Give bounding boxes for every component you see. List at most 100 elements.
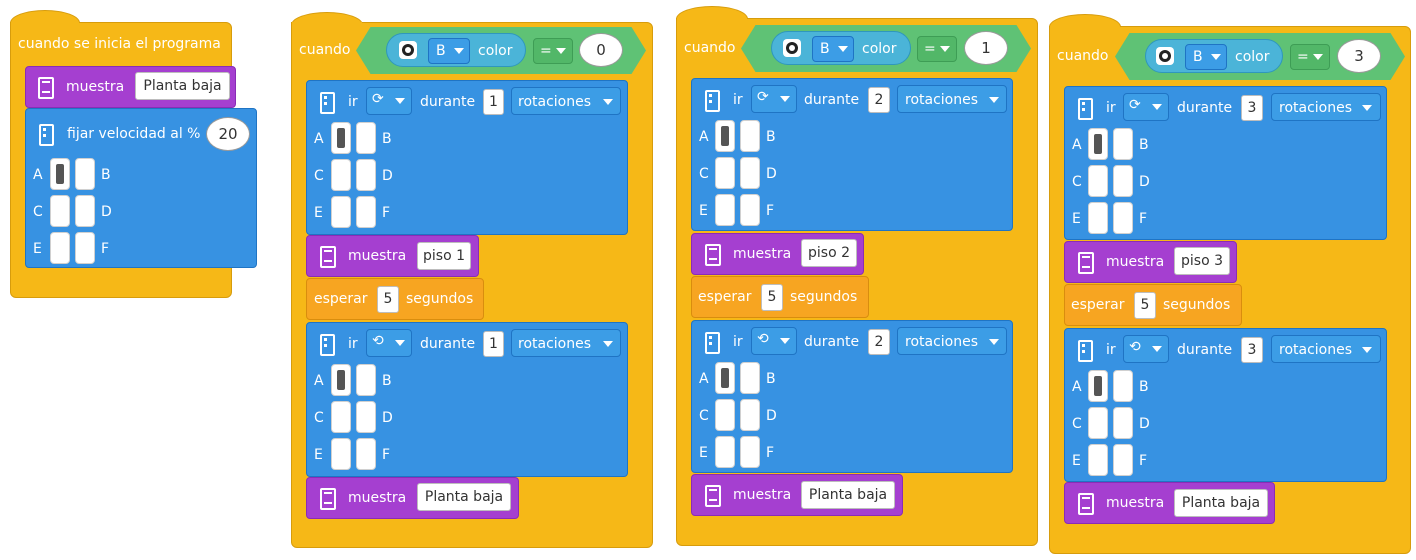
display-label: muestra — [733, 246, 792, 262]
port-label-f: F — [382, 447, 391, 463]
counterclockwise-icon: ⟲ — [1129, 339, 1141, 355]
port-c-toggle[interactable] — [331, 159, 351, 191]
display-value-field[interactable]: Planta baja — [801, 481, 895, 509]
compare-value-field[interactable]: 0 — [579, 33, 623, 67]
port-label-a: A — [699, 371, 709, 387]
port-label-a: A — [314, 131, 324, 147]
port-c-toggle[interactable] — [331, 401, 351, 433]
amount-field[interactable]: 2 — [868, 87, 890, 113]
display-label: muestra — [66, 79, 125, 95]
motor-icon — [1078, 340, 1093, 362]
port-d-toggle[interactable] — [740, 399, 760, 431]
port-c-toggle[interactable] — [715, 157, 735, 189]
port-b-toggle[interactable] — [356, 364, 376, 396]
amount-field[interactable]: 3 — [1241, 95, 1263, 121]
amount-field[interactable]: 3 — [1241, 337, 1263, 363]
motor-icon — [1078, 98, 1093, 120]
port-a-toggle[interactable] — [1088, 370, 1108, 402]
amount-field[interactable]: 2 — [868, 329, 890, 355]
port-label-a: A — [33, 167, 43, 183]
amount-field[interactable]: 1 — [483, 89, 504, 115]
port-d-toggle[interactable] — [356, 401, 376, 433]
port-label-c: C — [33, 204, 43, 220]
display-value-field[interactable]: Planta baja — [417, 483, 511, 511]
when-label: cuando — [1057, 48, 1109, 64]
port-b-toggle[interactable] — [740, 120, 760, 152]
display-icon — [1078, 493, 1094, 515]
operator-dropdown[interactable] — [917, 36, 957, 62]
port-label-a: A — [1072, 137, 1082, 153]
go-label: ir — [733, 92, 743, 108]
port-b-toggle[interactable] — [356, 122, 376, 154]
during-label: durante — [804, 334, 860, 350]
port-f-toggle[interactable] — [75, 232, 95, 264]
go-label: ir — [348, 94, 358, 110]
port-label-e: E — [699, 445, 708, 461]
port-f-toggle[interactable] — [740, 194, 760, 226]
port-b-toggle[interactable] — [740, 362, 760, 394]
port-f-toggle[interactable] — [1113, 202, 1133, 234]
compare-value-field[interactable]: 3 — [1337, 39, 1381, 73]
operator-dropdown[interactable] — [1290, 44, 1330, 70]
display-icon — [705, 485, 721, 507]
operator-dropdown[interactable] — [533, 38, 573, 64]
compare-value-field[interactable]: 1 — [964, 31, 1008, 65]
during-label: durante — [420, 94, 476, 110]
port-b-toggle[interactable] — [1113, 370, 1133, 402]
amount-field[interactable]: 1 — [483, 331, 504, 357]
go-label: ir — [348, 336, 358, 352]
unit-value: rotaciones — [518, 336, 592, 352]
port-e-toggle[interactable] — [715, 436, 735, 468]
port-e-toggle[interactable] — [1088, 444, 1108, 476]
port-a-toggle[interactable] — [1088, 128, 1108, 160]
port-c-toggle[interactable] — [715, 399, 735, 431]
port-c-toggle[interactable] — [50, 195, 70, 227]
port-a-toggle[interactable] — [50, 158, 70, 190]
speed-value-field[interactable]: 20 — [206, 117, 250, 151]
display-value-field[interactable]: piso 2 — [801, 239, 857, 267]
display-value-field[interactable]: piso 3 — [1174, 247, 1230, 275]
display-value-field[interactable]: piso 1 — [417, 242, 471, 270]
display-value-field[interactable]: Planta baja — [135, 72, 230, 100]
wait-amount-field[interactable]: 5 — [1134, 292, 1156, 319]
dropdown-caret-icon — [603, 99, 613, 105]
port-e-toggle[interactable] — [50, 232, 70, 264]
port-label-b: B — [766, 371, 776, 387]
port-e-toggle[interactable] — [331, 196, 351, 228]
display-label: muestra — [1106, 495, 1165, 511]
during-label: durante — [1177, 342, 1233, 358]
port-c-toggle[interactable] — [1088, 407, 1108, 439]
port-c-toggle[interactable] — [1088, 165, 1108, 197]
port-e-toggle[interactable] — [1088, 202, 1108, 234]
port-a-toggle[interactable] — [715, 120, 735, 152]
port-d-toggle[interactable] — [1113, 165, 1133, 197]
sensor-port-value: B — [820, 41, 830, 57]
port-f-toggle[interactable] — [1113, 444, 1133, 476]
port-d-toggle[interactable] — [740, 157, 760, 189]
port-b-toggle[interactable] — [1113, 128, 1133, 160]
dropdown-caret-icon — [780, 338, 790, 344]
port-e-toggle[interactable] — [715, 194, 735, 226]
port-d-toggle[interactable] — [75, 195, 95, 227]
port-f-toggle[interactable] — [740, 436, 760, 468]
port-d-toggle[interactable] — [356, 159, 376, 191]
port-a-toggle[interactable] — [331, 364, 351, 396]
motor-icon — [320, 334, 335, 356]
port-e-toggle[interactable] — [331, 438, 351, 470]
port-a-toggle[interactable] — [715, 362, 735, 394]
unit-value: rotaciones — [905, 92, 979, 108]
port-d-toggle[interactable] — [1113, 407, 1133, 439]
color-sensor-icon — [783, 39, 801, 57]
port-f-toggle[interactable] — [356, 438, 376, 470]
wait-amount-field[interactable]: 5 — [377, 286, 399, 313]
display-icon — [38, 77, 54, 99]
unit-value: rotaciones — [1279, 342, 1353, 358]
port-label-c: C — [699, 166, 709, 182]
motor-icon — [705, 332, 720, 354]
port-b-toggle[interactable] — [75, 158, 95, 190]
port-f-toggle[interactable] — [356, 196, 376, 228]
dropdown-caret-icon — [395, 340, 405, 346]
port-a-toggle[interactable] — [331, 122, 351, 154]
wait-amount-field[interactable]: 5 — [761, 284, 783, 311]
display-value-field[interactable]: Planta baja — [1174, 489, 1268, 517]
